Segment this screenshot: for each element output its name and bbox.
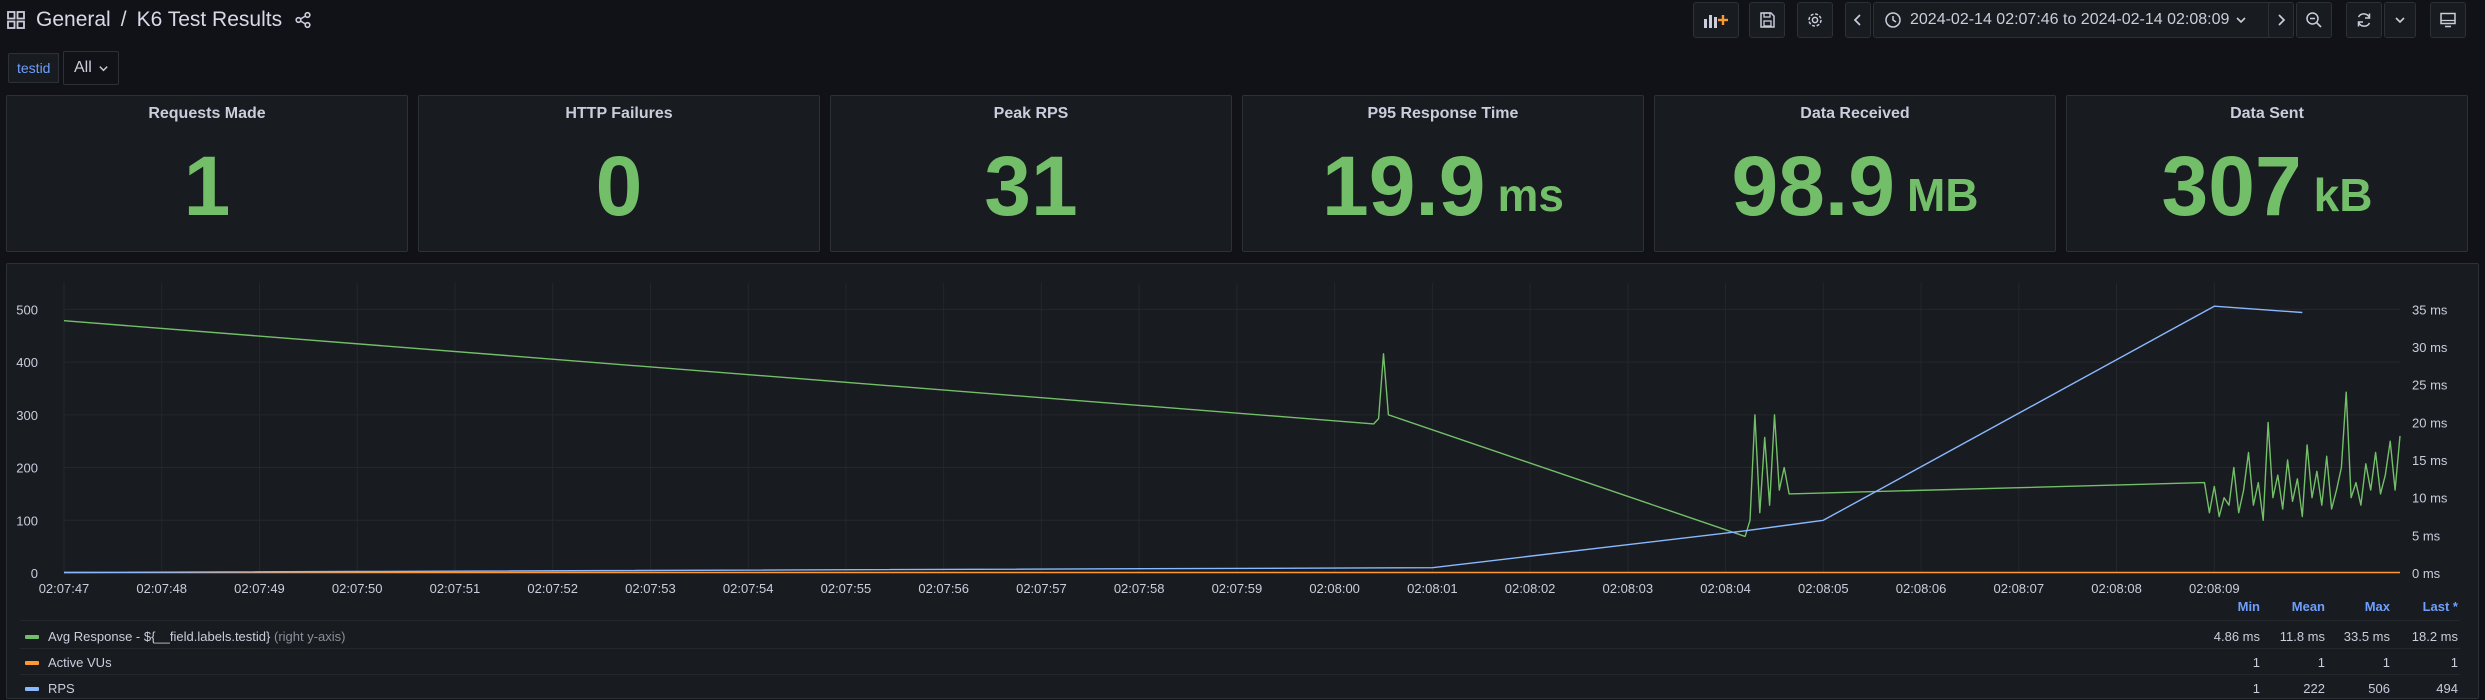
x-tick-label: 02:07:48 [136, 581, 187, 596]
y-right-tick-label: 35 ms [2412, 302, 2448, 317]
series-line-avg-response-field-labels-testid [63, 320, 2401, 538]
legend-divider [20, 620, 2460, 621]
x-tick-label: 02:08:02 [1505, 581, 1556, 596]
x-tick-label: 02:07:58 [1114, 581, 1165, 596]
x-tick-label: 02:08:06 [1896, 581, 1947, 596]
y-left-tick-label: 200 [16, 461, 38, 476]
y-right-tick-label: 30 ms [2412, 340, 2448, 355]
y-right-tick-label: 20 ms [2412, 415, 2448, 430]
x-tick-label: 02:07:49 [234, 581, 285, 596]
legend-last: 494 [2436, 681, 2458, 696]
y-right-tick-label: 0 ms [2412, 566, 2441, 581]
x-tick-label: 02:08:09 [2189, 581, 2240, 596]
series-axis-hint: (right y-axis) [273, 629, 346, 644]
x-tick-label: 02:08:07 [1994, 581, 2045, 596]
x-tick-label: 02:08:08 [2091, 581, 2142, 596]
y-left-tick-label: 300 [16, 408, 38, 423]
x-tick-label: 02:07:55 [821, 581, 872, 596]
x-tick-label: 02:07:52 [527, 581, 578, 596]
legend-row-rps[interactable]: RPS 1 222 506 494 [20, 678, 2460, 700]
legend-last: 1 [2450, 655, 2458, 670]
legend-series-name: Active VUs [48, 655, 112, 670]
y-left-tick-label: 400 [16, 355, 38, 370]
y-left-tick-label: 0 [31, 566, 38, 581]
x-tick-label: 02:07:57 [1016, 581, 1067, 596]
x-tick-label: 02:07:51 [430, 581, 481, 596]
legend-divider [20, 674, 2460, 675]
legend-series-name: Avg Response - ${__field.labels.testid} … [48, 629, 346, 644]
x-tick-label: 02:08:00 [1309, 581, 1360, 596]
x-tick-label: 02:07:47 [39, 581, 90, 596]
legend-row-avg-response[interactable]: Avg Response - ${__field.labels.testid} … [20, 626, 2460, 648]
series-color-swatch [25, 635, 39, 639]
x-tick-label: 02:07:53 [625, 581, 676, 596]
legend-header-last[interactable]: Last * [2378, 599, 2458, 614]
x-tick-label: 02:07:54 [723, 581, 774, 596]
y-right-tick-label: 10 ms [2412, 491, 2448, 506]
series-name-text: Avg Response - ${__field.labels.testid} [48, 629, 271, 644]
timeseries-chart[interactable]: 02:07:47 02:07:48 02:07:49 02:07:50 02:07:51… [0, 0, 2485, 600]
y-left-tick-label: 100 [16, 513, 38, 528]
y-right-tick-label: 5 ms [2412, 528, 2441, 543]
legend-series-name: RPS [48, 681, 75, 696]
legend-last: 18.2 ms [2411, 629, 2458, 644]
x-tick-label: 02:08:05 [1798, 581, 1849, 596]
y-left-tick-label: 500 [16, 302, 38, 317]
y-right-tick-label: 15 ms [2412, 453, 2448, 468]
x-tick-label: 02:07:59 [1212, 581, 1263, 596]
y-right-tick-label: 25 ms [2412, 378, 2448, 393]
series-line-rps [63, 305, 2303, 574]
x-tick-label: 02:08:03 [1603, 581, 1654, 596]
series-color-swatch [25, 661, 39, 665]
legend-row-active-vus[interactable]: Active VUs 1 1 1 1 [20, 652, 2460, 674]
x-tick-label: 02:08:01 [1407, 581, 1458, 596]
series-color-swatch [25, 687, 39, 691]
x-tick-label: 02:07:50 [332, 581, 383, 596]
x-tick-label: 02:07:56 [918, 581, 969, 596]
legend-divider [20, 648, 2460, 649]
x-tick-label: 02:08:04 [1700, 581, 1751, 596]
